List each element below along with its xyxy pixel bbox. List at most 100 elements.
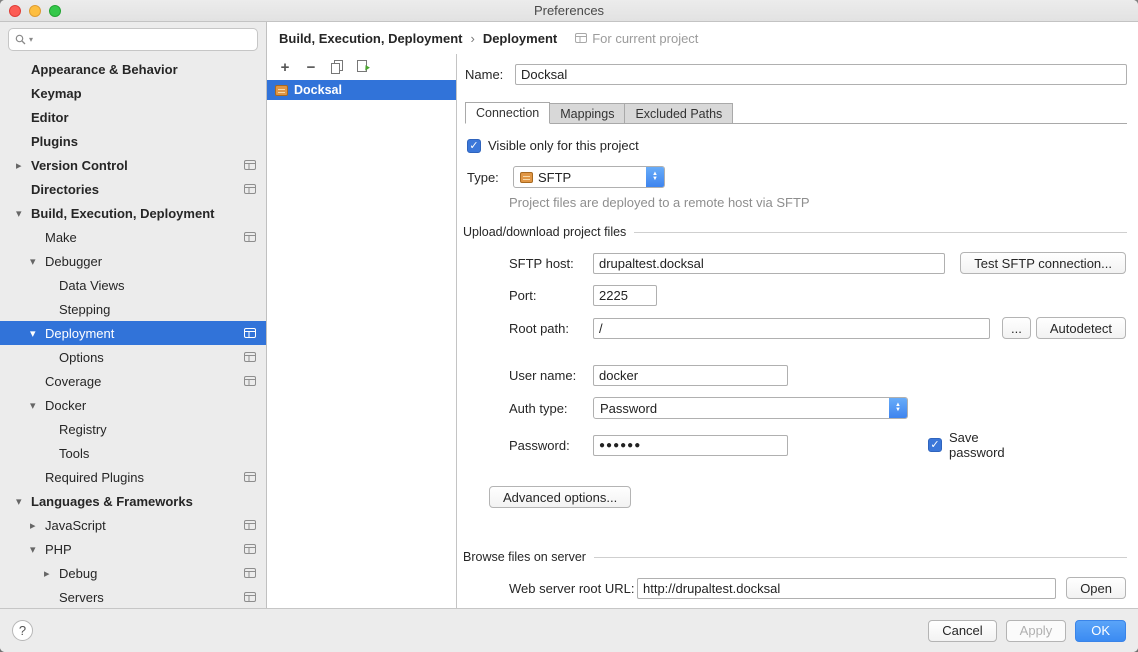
save-password-row: ✓ Save password [928, 430, 1033, 460]
sidebar-item-javascript[interactable]: ▸JavaScript [0, 513, 266, 537]
sidebar-item-options[interactable]: Options [0, 345, 266, 369]
sidebar-item-label: Appearance & Behavior [31, 62, 178, 77]
search-field[interactable]: ▾ [8, 28, 258, 51]
apply-button[interactable]: Apply [1006, 620, 1067, 642]
auth-type-dropdown[interactable]: Password ▲▼ [593, 397, 908, 419]
tab-excluded-paths[interactable]: Excluded Paths [624, 103, 733, 124]
name-label: Name: [465, 67, 515, 82]
sidebar-item-stepping[interactable]: Stepping [0, 297, 266, 321]
help-button[interactable]: ? [12, 620, 33, 641]
add-server-button[interactable]: + [277, 59, 293, 75]
port-input[interactable] [593, 285, 657, 306]
zoom-window-button[interactable] [49, 5, 61, 17]
visible-only-checkbox[interactable]: ✓ [467, 139, 481, 153]
server-item-docksal[interactable]: Docksal [267, 80, 456, 100]
root-path-input[interactable] [593, 318, 990, 339]
sidebar-item-servers[interactable]: Servers [0, 585, 266, 608]
password-row: Password: ✓ Save password [457, 430, 1138, 460]
sidebar-item-debug[interactable]: ▸Debug [0, 561, 266, 585]
tab-bar: ConnectionMappingsExcluded Paths [465, 101, 1127, 124]
sidebar-item-keymap[interactable]: Keymap [0, 81, 266, 105]
user-name-row: User name: [457, 365, 1138, 386]
minimize-window-button[interactable] [29, 5, 41, 17]
remove-server-button[interactable]: − [303, 59, 319, 75]
chevron-right-icon[interactable]: ▸ [44, 567, 59, 580]
sidebar-item-label: Debugger [45, 254, 102, 269]
sidebar-item-build-execution-deployment[interactable]: ▾Build, Execution, Deployment [0, 201, 266, 225]
name-input[interactable] [515, 64, 1127, 85]
close-window-button[interactable] [9, 5, 21, 17]
sidebar-item-docker[interactable]: ▾Docker [0, 393, 266, 417]
auth-type-row: Auth type: Password ▲▼ [457, 397, 1138, 419]
browse-section-title: Browse files on server [463, 550, 1127, 564]
project-settings-icon [244, 544, 256, 554]
sidebar-item-label: Stepping [59, 302, 110, 317]
chevron-right-icon[interactable]: ▸ [16, 159, 31, 172]
upload-section-title: Upload/download project files [463, 225, 1127, 239]
sidebar-item-appearance-behavior[interactable]: Appearance & Behavior [0, 57, 266, 81]
port-row: Port: [457, 285, 1138, 306]
type-row: Type: SFTP ▲▼ [467, 166, 1138, 188]
sidebar-item-label: Build, Execution, Deployment [31, 206, 214, 221]
name-row: Name: [457, 64, 1138, 85]
chevron-down-icon[interactable]: ▾ [30, 543, 45, 556]
paste-server-button[interactable] [355, 59, 371, 75]
advanced-options-row: Advanced options... [489, 486, 1138, 508]
sidebar-item-php[interactable]: ▾PHP [0, 537, 266, 561]
settings-sidebar: ▾ Appearance & Behavior Keymap Editor Plugi… [0, 22, 267, 608]
ok-button[interactable]: OK [1075, 620, 1126, 642]
server-list: Docksal [267, 80, 456, 608]
sidebar-item-required-plugins[interactable]: Required Plugins [0, 465, 266, 489]
sidebar-item-label: Keymap [31, 86, 82, 101]
browse-root-path-button[interactable]: ... [1002, 317, 1031, 339]
test-sftp-connection-button[interactable]: Test SFTP connection... [960, 252, 1126, 274]
sidebar-item-label: Plugins [31, 134, 78, 149]
sidebar-item-coverage[interactable]: Coverage [0, 369, 266, 393]
autodetect-button[interactable]: Autodetect [1036, 317, 1126, 339]
preferences-window: Preferences ▾ Appearance & BehaviorKeyma… [0, 0, 1138, 652]
sidebar-item-label: Tools [59, 446, 89, 461]
sidebar-item-deployment[interactable]: ▾Deployment [0, 321, 266, 345]
search-icon [15, 34, 26, 45]
type-dropdown[interactable]: SFTP ▲▼ [513, 166, 665, 188]
tab-connection[interactable]: Connection [465, 102, 550, 124]
advanced-options-button[interactable]: Advanced options... [489, 486, 631, 508]
chevron-down-icon[interactable]: ▾ [16, 495, 31, 508]
chevron-down-icon[interactable]: ▾ [16, 207, 31, 220]
search-input[interactable] [36, 33, 251, 47]
password-input[interactable] [593, 435, 788, 456]
sidebar-item-label: PHP [45, 542, 72, 557]
breadcrumb-part-parent[interactable]: Build, Execution, Deployment [279, 31, 462, 46]
sidebar-item-label: Editor [31, 110, 69, 125]
sidebar-item-tools[interactable]: Tools [0, 441, 266, 465]
web-root-input[interactable] [637, 578, 1056, 599]
chevron-down-icon[interactable]: ▾ [30, 255, 45, 268]
visible-only-row: ✓ Visible only for this project [467, 138, 1138, 153]
save-password-checkbox[interactable]: ✓ [928, 438, 942, 452]
copy-server-button[interactable] [329, 59, 345, 75]
dialog-footer: ? Cancel Apply OK [0, 608, 1138, 652]
user-name-input[interactable] [593, 365, 788, 386]
cancel-button[interactable]: Cancel [928, 620, 996, 642]
type-label: Type: [467, 170, 513, 185]
chevron-right-icon[interactable]: ▸ [30, 519, 45, 532]
sidebar-item-make[interactable]: Make [0, 225, 266, 249]
sidebar-item-registry[interactable]: Registry [0, 417, 266, 441]
chevron-down-icon[interactable]: ▾ [30, 399, 45, 412]
sftp-host-label: SFTP host: [509, 256, 593, 271]
sidebar-item-languages-frameworks[interactable]: ▾Languages & Frameworks [0, 489, 266, 513]
sidebar-item-directories[interactable]: Directories [0, 177, 266, 201]
project-settings-icon [244, 376, 256, 386]
sftp-host-input[interactable] [593, 253, 945, 274]
sidebar-item-editor[interactable]: Editor [0, 105, 266, 129]
sidebar-item-plugins[interactable]: Plugins [0, 129, 266, 153]
project-settings-icon [244, 472, 256, 482]
open-button[interactable]: Open [1066, 577, 1126, 599]
chevron-down-icon[interactable]: ▾ [30, 327, 45, 340]
sidebar-item-version-control[interactable]: ▸Version Control [0, 153, 266, 177]
sidebar-item-data-views[interactable]: Data Views [0, 273, 266, 297]
sidebar-item-debugger[interactable]: ▾Debugger [0, 249, 266, 273]
project-settings-icon [244, 568, 256, 578]
tab-mappings[interactable]: Mappings [549, 103, 625, 124]
deployment-form: Name: ConnectionMappingsExcluded Paths ✓… [457, 54, 1138, 608]
